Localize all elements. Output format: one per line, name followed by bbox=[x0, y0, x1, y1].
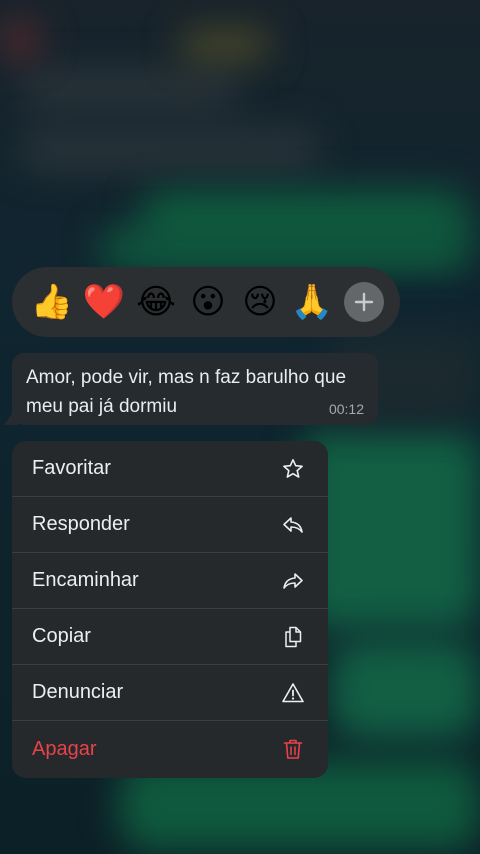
menu-item-label: Favoritar bbox=[32, 457, 111, 479]
copy-icon bbox=[280, 624, 306, 650]
menu-item-encaminhar[interactable]: Encaminhar bbox=[12, 553, 328, 609]
star-icon bbox=[280, 456, 306, 482]
menu-item-denunciar[interactable]: Denunciar bbox=[12, 665, 328, 721]
plus-icon bbox=[354, 292, 374, 312]
more-reactions-button[interactable] bbox=[344, 282, 384, 322]
reaction-bar: 👍 ❤️ 😂 😮 😢 🙏 bbox=[12, 267, 400, 337]
reaction-thumbs-up[interactable]: 👍 bbox=[26, 276, 78, 328]
menu-item-copiar[interactable]: Copiar bbox=[12, 609, 328, 665]
reaction-heart[interactable]: ❤️ bbox=[78, 276, 130, 328]
reply-icon bbox=[280, 512, 306, 538]
menu-item-responder[interactable]: Responder bbox=[12, 497, 328, 553]
reaction-tears-of-joy[interactable]: 😂 bbox=[130, 276, 182, 328]
menu-item-label: Encaminhar bbox=[32, 569, 139, 591]
message-bubble[interactable]: Amor, pode vir, mas n faz barulho que me… bbox=[12, 353, 378, 425]
reaction-folded-hands[interactable]: 🙏 bbox=[286, 276, 338, 328]
forward-icon bbox=[280, 568, 306, 594]
context-menu: Favoritar Responder Encaminhar Copiar De… bbox=[12, 441, 328, 778]
menu-item-label: Apagar bbox=[32, 737, 97, 760]
warning-icon bbox=[280, 680, 306, 706]
menu-item-label: Denunciar bbox=[32, 681, 124, 703]
trash-icon bbox=[280, 736, 306, 762]
menu-item-label: Copiar bbox=[32, 625, 91, 647]
menu-item-label: Responder bbox=[32, 513, 130, 535]
reaction-crying[interactable]: 😢 bbox=[234, 276, 286, 328]
reaction-surprised[interactable]: 😮 bbox=[182, 276, 234, 328]
menu-item-favoritar[interactable]: Favoritar bbox=[12, 441, 328, 497]
menu-item-apagar[interactable]: Apagar bbox=[12, 721, 328, 777]
message-time: 00:12 bbox=[328, 401, 364, 417]
message-text: Amor, pode vir, mas n faz barulho que me… bbox=[26, 367, 347, 417]
